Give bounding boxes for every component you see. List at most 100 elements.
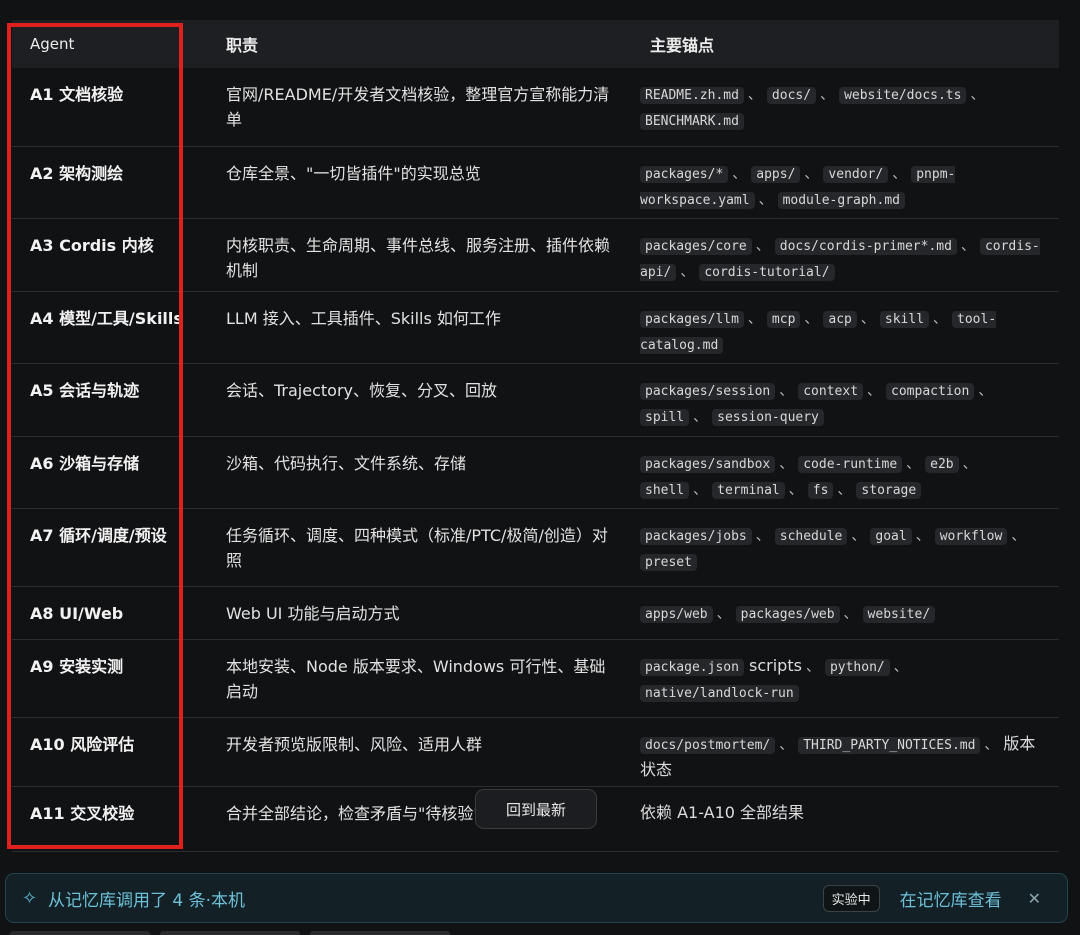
anchor-code: website/docs.ts [839,87,967,104]
anchor-code: acp [823,310,857,328]
anchor-separator: 、 [779,382,794,399]
anchor-code: package.json [640,658,744,676]
anchor-separator: 、 [747,87,762,103]
agent-name: A8 UI/Web [12,586,208,640]
anchor-code: vendor/ [823,165,889,183]
anchor-code: apps/web [640,605,713,623]
agent-anchors: packages/jobs、 schedule、 goal、 workflow 、pre… [632,508,1059,587]
anchor-separator: 、 [805,658,820,675]
agent-name: A5 会话与轨迹 [12,363,208,437]
anchor-code: packages/session [640,382,776,400]
agent-table: Agent 职责 主要锚点 A1 文档核验 官网/README/开发者文档核验，整… [12,20,1059,852]
agent-anchors: packages/llm、 mcp、 acp、 skill、 tool-catalog.… [632,291,1059,364]
anchor-separator: 、 [915,527,930,544]
anchor-code: context [798,382,864,400]
agent-name: A4 模型/工具/Skills [12,291,208,364]
agent-responsibility: LLM 接入、工具插件、Skills 如何工作 [208,291,632,364]
anchor-separator: 、 [860,310,875,327]
anchor-code: terminal [712,481,785,499]
table-row: A4 模型/工具/Skills LLM 接入、工具插件、Skills 如何工作 pa… [12,291,1059,364]
anchor-code: THIRD_PARTY_NOTICES.md [798,736,981,754]
table-row: A7 循环/调度/预设 任务循环、调度、四种模式（标准/PTC/极简/创造）对照 p… [12,508,1059,587]
anchor-code: packages/sandbox [640,455,776,473]
agent-responsibility: 官网/README/开发者文档核验，整理官方宣称能力清单 [208,68,632,147]
header-responsibility: 职责 [208,20,632,68]
anchor-separator: 、 [693,481,708,498]
bottom-chip[interactable] [310,931,450,935]
jump-to-latest-button[interactable]: 回到最新 [475,789,597,829]
agent-responsibility: 会话、Trajectory、恢复、分叉、回放 [208,363,632,437]
anchor-code: skill [879,310,930,328]
anchor-code: mcp [766,310,801,328]
agent-name: A1 文档核验 [12,68,208,147]
anchor-separator: 、 [693,408,708,425]
table-row: A2 架构测绘 仓库全景、"一切皆插件"的实现总览 packages/*、 apps/… [12,146,1059,219]
anchor-code: apps/ [751,165,801,183]
anchor-separator: 、 [892,165,907,182]
anchor-separator: 、 [804,310,819,327]
anchor-code: code-runtime [798,455,903,473]
anchor-code: docs/ [766,87,817,104]
bottom-chip[interactable] [160,931,300,935]
table-header: Agent 职责 主要锚点 [12,20,1059,68]
anchor-code: docs/postmortem/ [640,736,776,754]
anchor-code: session-query [712,408,824,426]
anchor-separator: 、 [779,455,794,472]
agent-name: A9 安装实测 [12,639,208,718]
anchor-code: compaction [886,382,975,400]
agent-responsibility: 仓库全景、"一切皆插件"的实现总览 [208,146,632,219]
bottom-chip-strip [10,931,450,935]
anchor-code: cordis-tutorial/ [699,263,835,281]
bottom-chip[interactable] [10,931,150,935]
agent-anchors: docs/postmortem/、 THIRD_PARTY_NOTICES.md、… [632,717,1059,787]
agent-anchors: packages/*、 apps/、 vendor/、 pnpm-workspace.… [632,146,1059,219]
header-agent: Agent [12,20,208,68]
table-body: A1 文档核验 官网/README/开发者文档核验，整理官方宣称能力清单 READM… [12,68,1059,852]
close-icon[interactable]: ✕ [1028,889,1041,908]
anchor-separator: 、 [779,736,794,753]
anchor-separator: 、 [984,736,999,753]
anchor-code: packages/web [735,605,840,623]
table-row: A5 会话与轨迹 会话、Trajectory、恢复、分叉、回放 packages/s… [12,363,1059,437]
anchor-separator: 、 [804,165,819,182]
agent-name: A7 循环/调度/预设 [12,508,208,587]
anchor-code: native/landlock-run [640,684,799,702]
anchor-code: packages/core [640,237,752,255]
agent-anchors: package.json scripts、 python/、native/land… [632,639,1059,718]
anchor-code: workflow [934,527,1008,545]
agent-name: A11 交叉校验 [12,786,208,852]
agent-responsibility: 开发者预览版限制、风险、适用人群 [208,717,632,787]
agent-responsibility: 本地安装、Node 版本要求、Windows 可行性、基础启动 [208,639,632,718]
anchor-code: docs/cordis-primer*.md [774,237,957,255]
anchor-code: shell [640,481,690,499]
anchor-code: python/ [824,658,890,676]
anchor-code: goal [870,527,912,545]
anchor-separator: 、 [755,237,770,254]
table-row: A3 Cordis 内核 内核职责、生命周期、事件总线、服务注册、插件依赖机制 pa… [12,218,1059,292]
anchor-code: fs [807,481,834,499]
agent-responsibility: 任务循环、调度、四种模式（标准/PTC/极简/创造）对照 [208,508,632,587]
anchor-separator: 、 [970,87,985,103]
view-in-memory-link[interactable]: 在记忆库查看 [900,886,1002,911]
table-row: A6 沙箱与存储 沙箱、代码执行、文件系统、存储 packages/sandbox、… [12,436,1059,509]
experimental-badge: 实验中 [822,884,880,912]
sparkle-icon: ✧ [22,887,38,909]
anchor-separator: 、 [978,382,993,399]
anchor-separator: 、 [962,455,977,472]
agent-responsibility: 内核职责、生命周期、事件总线、服务注册、插件依赖机制 [208,218,632,292]
anchor-separator: 、 [788,481,803,498]
anchor-separator: 、 [758,191,773,208]
anchor-separator: 、 [820,87,835,103]
agent-responsibility: Web UI 功能与启动方式 [208,586,632,640]
anchor-separator: 、 [716,605,731,622]
table-row: A10 风险评估 开发者预览版限制、风险、适用人群 docs/postmortem/… [12,717,1059,787]
header-anchors: 主要锚点 [632,20,1059,68]
anchor-code: README.zh.md [640,87,744,104]
anchor-text: scripts [743,655,802,675]
anchor-separator: 、 [837,481,852,498]
agent-anchors: packages/session、 context、 compaction 、spil… [632,363,1059,437]
agent-anchors: packages/sandbox、 code-runtime、 e2b 、shell、… [632,436,1059,509]
anchor-code: packages/jobs [640,527,752,545]
memory-recall-bar: ✧ 从记忆库调用了 4 条·本机 实验中 在记忆库查看 ✕ [5,873,1068,923]
anchor-separator: 、 [1011,527,1026,544]
